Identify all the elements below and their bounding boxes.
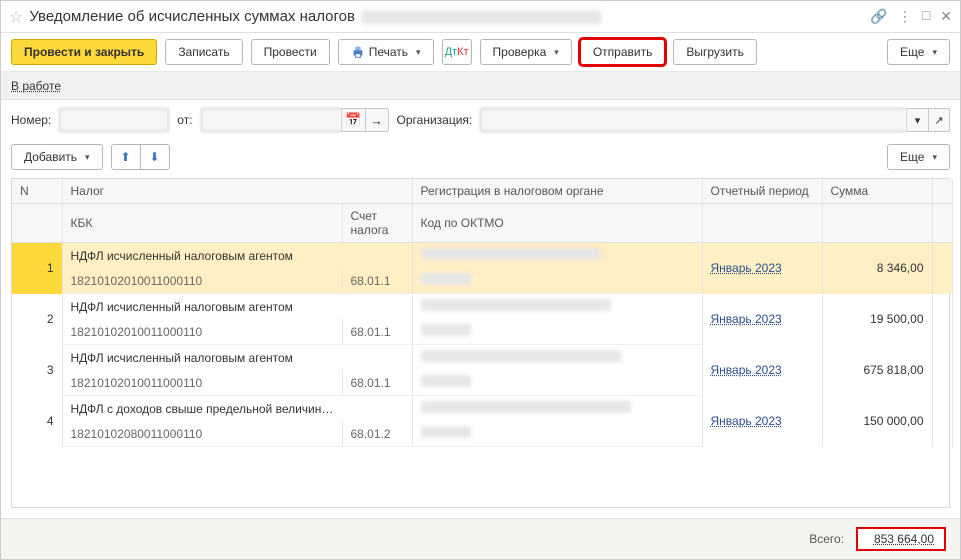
date-field: 📅 → — [201, 108, 389, 132]
print-icon — [351, 45, 365, 59]
table-row[interactable]: 3 НДФЛ исчисленный налоговым агентом Янв… — [12, 345, 952, 371]
cell-n: 1 — [12, 243, 62, 294]
move-group: ⬆ ⬇ — [111, 144, 170, 170]
move-down-button[interactable]: ⬇ — [140, 144, 170, 170]
cell-nalog: НДФЛ с доходов свыше предельной величин… — [62, 396, 412, 422]
th-period[interactable]: Отчетный период — [702, 179, 822, 204]
cell-nalog: НДФЛ исчисленный налоговым агентом — [62, 345, 412, 371]
cell-n: 4 — [12, 396, 62, 447]
save-button[interactable]: Записать — [165, 39, 242, 65]
add-button[interactable]: Добавить — [11, 144, 103, 170]
cell-period: Январь 2023 — [702, 243, 822, 294]
compare-icon: ДтКт — [445, 46, 469, 58]
post-and-close-button[interactable]: Провести и закрыть — [11, 39, 157, 65]
more-button[interactable]: Еще — [887, 39, 950, 65]
cell-sum: 150 000,00 — [822, 396, 932, 447]
cell-n: 2 — [12, 294, 62, 345]
table-more-button[interactable]: Еще — [887, 144, 950, 170]
cell-reg — [412, 396, 702, 422]
th-n[interactable]: N — [12, 179, 62, 204]
table-row[interactable]: 4 НДФЛ с доходов свыше предельной величи… — [12, 396, 952, 422]
table-row[interactable]: 2 НДФЛ исчисленный налоговым агентом Янв… — [12, 294, 952, 320]
period-link[interactable]: Январь 2023 — [711, 312, 782, 326]
move-up-button[interactable]: ⬆ — [111, 144, 141, 170]
cell-account: 68.01.1 — [342, 319, 412, 345]
org-field-wrap: ▾ ↗ — [480, 108, 950, 132]
number-input[interactable] — [59, 108, 169, 132]
export-button[interactable]: Выгрузить — [673, 39, 757, 65]
cell-n: 3 — [12, 345, 62, 396]
data-table: N Налог Регистрация в налоговом органе О… — [11, 178, 950, 508]
print-button[interactable]: Печать — [338, 39, 434, 65]
window-minimize-icon[interactable]: □ — [922, 9, 930, 25]
th-reg[interactable]: Регистрация в налоговом органе — [412, 179, 702, 204]
org-dropdown-icon[interactable]: ▾ — [906, 108, 928, 132]
total-label: Всего: — [809, 532, 844, 546]
cell-account: 68.01.1 — [342, 268, 412, 294]
cell-sum: 675 818,00 — [822, 345, 932, 396]
th-nalog[interactable]: Налог — [62, 179, 412, 204]
cell-nalog: НДФЛ исчисленный налоговым агентом — [62, 294, 412, 320]
close-icon[interactable]: ✕ — [940, 8, 952, 25]
arrow-up-icon: ⬆ — [121, 150, 131, 164]
org-input[interactable] — [480, 108, 906, 132]
compare-button[interactable]: ДтКт — [442, 39, 472, 65]
cell-oktmo — [412, 268, 702, 294]
th-oktmo[interactable]: Код по ОКТМО — [412, 204, 702, 243]
cell-oktmo — [412, 370, 702, 396]
cell-account: 68.01.2 — [342, 421, 412, 447]
org-label: Организация: — [397, 113, 473, 127]
cell-kbk: 18210102010011000110 — [62, 370, 342, 396]
date-input[interactable] — [201, 108, 341, 132]
cell-reg — [412, 345, 702, 371]
fields-row: Номер: от: 📅 → Организация: ▾ ↗ — [1, 100, 960, 140]
table-toolbar: Добавить ⬆ ⬇ Еще — [1, 140, 960, 178]
cell-sum: 8 346,00 — [822, 243, 932, 294]
cell-sum: 19 500,00 — [822, 294, 932, 345]
org-open-icon[interactable]: ↗ — [928, 108, 950, 132]
favorite-star-icon[interactable]: ☆ — [9, 7, 23, 27]
cell-kbk: 18210102010011000110 — [62, 319, 342, 345]
arrow-down-icon: ⬇ — [150, 150, 160, 164]
link-icon[interactable]: 🔗 — [870, 8, 887, 25]
cell-oktmo — [412, 319, 702, 345]
title-extra-blurred — [361, 10, 601, 24]
cell-kbk: 18210102080011000110 — [62, 421, 342, 447]
print-label: Печать — [369, 45, 408, 59]
th-gutter — [932, 179, 952, 204]
total-value: 853 664,00 — [856, 527, 946, 551]
cell-kbk: 18210102010011000110 — [62, 268, 342, 294]
status-bar: В работе — [1, 72, 960, 100]
period-link[interactable]: Январь 2023 — [711, 363, 782, 377]
check-button[interactable]: Проверка — [480, 39, 572, 65]
nav-right-icon[interactable]: → — [365, 108, 389, 132]
period-link[interactable]: Январь 2023 — [711, 414, 782, 428]
titlebar: ☆ Уведомление об исчисленных суммах нало… — [1, 1, 960, 33]
cell-oktmo — [412, 421, 702, 447]
cell-account: 68.01.1 — [342, 370, 412, 396]
cell-reg — [412, 294, 702, 320]
th-kbk[interactable]: КБК — [62, 204, 342, 243]
cell-period: Январь 2023 — [702, 396, 822, 447]
ot-label: от: — [177, 113, 192, 127]
cell-period: Январь 2023 — [702, 294, 822, 345]
cell-period: Январь 2023 — [702, 345, 822, 396]
in-work-link[interactable]: В работе — [11, 79, 61, 93]
number-label: Номер: — [11, 113, 51, 127]
calendar-icon[interactable]: 📅 — [341, 108, 365, 132]
footer-bar: Всего: 853 664,00 — [1, 518, 960, 559]
cell-nalog: НДФЛ исчисленный налоговым агентом — [62, 243, 412, 269]
kebab-menu-icon[interactable]: ⋮ — [898, 8, 912, 25]
main-toolbar: Провести и закрыть Записать Провести Печ… — [1, 33, 960, 72]
send-button[interactable]: Отправить — [580, 39, 666, 65]
table-row[interactable]: 1 НДФЛ исчисленный налоговым агентом Янв… — [12, 243, 952, 269]
cell-reg — [412, 243, 702, 269]
period-link[interactable]: Январь 2023 — [711, 261, 782, 275]
post-button[interactable]: Провести — [251, 39, 330, 65]
th-account[interactable]: Счет налога — [342, 204, 412, 243]
th-sum[interactable]: Сумма — [822, 179, 932, 204]
window-title: Уведомление об исчисленных суммах налого… — [29, 8, 355, 25]
